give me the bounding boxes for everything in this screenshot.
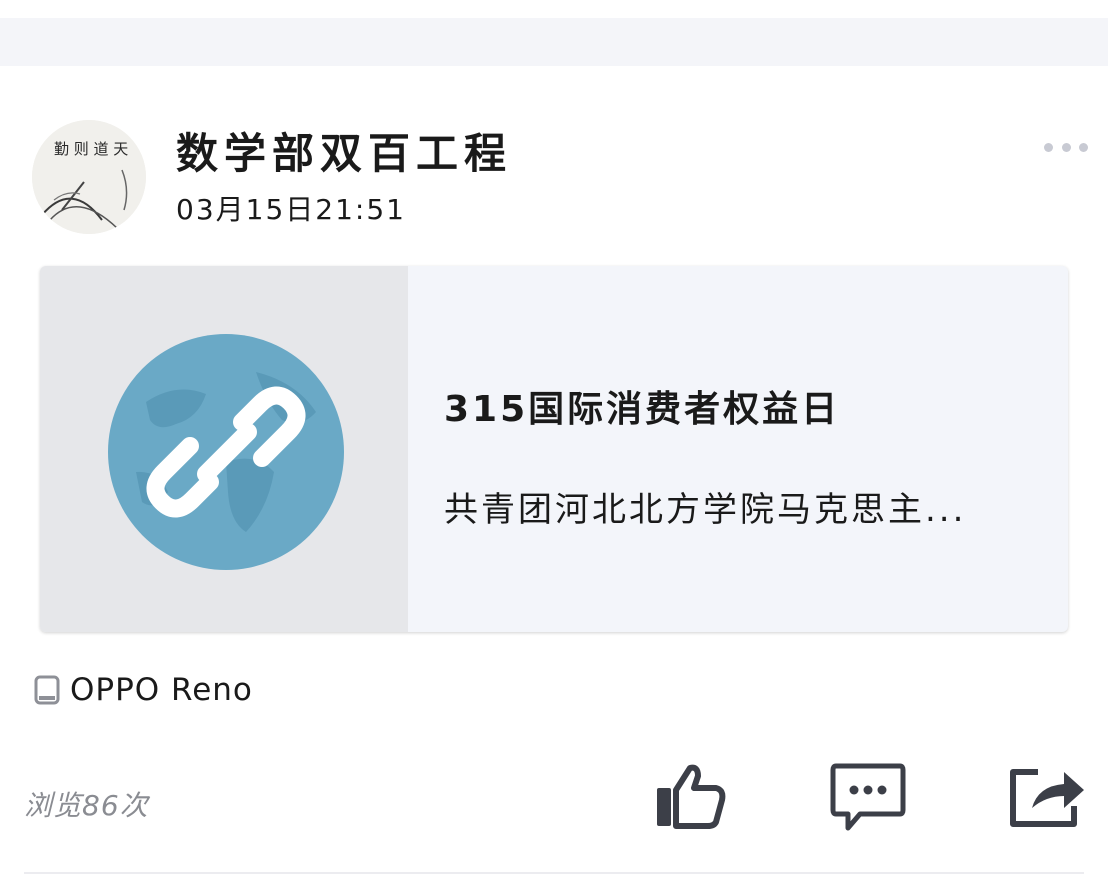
device-label: OPPO Reno [70, 672, 253, 708]
comment-icon [830, 763, 906, 831]
post-timestamp: 03月15日21:51 [176, 193, 406, 226]
ink-painting-avatar-icon: 勤 则 道 天 [32, 120, 146, 234]
link-description: 共青团河北北方学院马克思主... [444, 490, 967, 530]
more-dots-icon[interactable] [1044, 136, 1088, 158]
shared-link-card[interactable]: 315国际消费者权益日 共青团河北北方学院马克思主... [40, 266, 1068, 632]
svg-text:勤 则 道 天: 勤 则 道 天 [54, 140, 128, 158]
link-title: 315国际消费者权益日 [444, 389, 841, 430]
views-count: 浏览86次 [24, 789, 149, 822]
link-thumbnail [40, 266, 408, 632]
author-name[interactable]: 数学部双百工程 [176, 120, 512, 181]
thumbs-up-icon [657, 764, 726, 829]
author-avatar[interactable]: 勤 则 道 天 [32, 120, 146, 234]
link-globe-icon [108, 334, 344, 570]
comment-button[interactable] [830, 762, 906, 832]
share-icon [1010, 769, 1084, 827]
bottom-divider [24, 872, 1084, 874]
share-button[interactable] [1008, 762, 1086, 828]
top-separator-band [0, 18, 1108, 66]
device-info: OPPO Reno [34, 670, 253, 710]
like-button[interactable] [654, 762, 726, 830]
phone-icon [34, 675, 60, 705]
